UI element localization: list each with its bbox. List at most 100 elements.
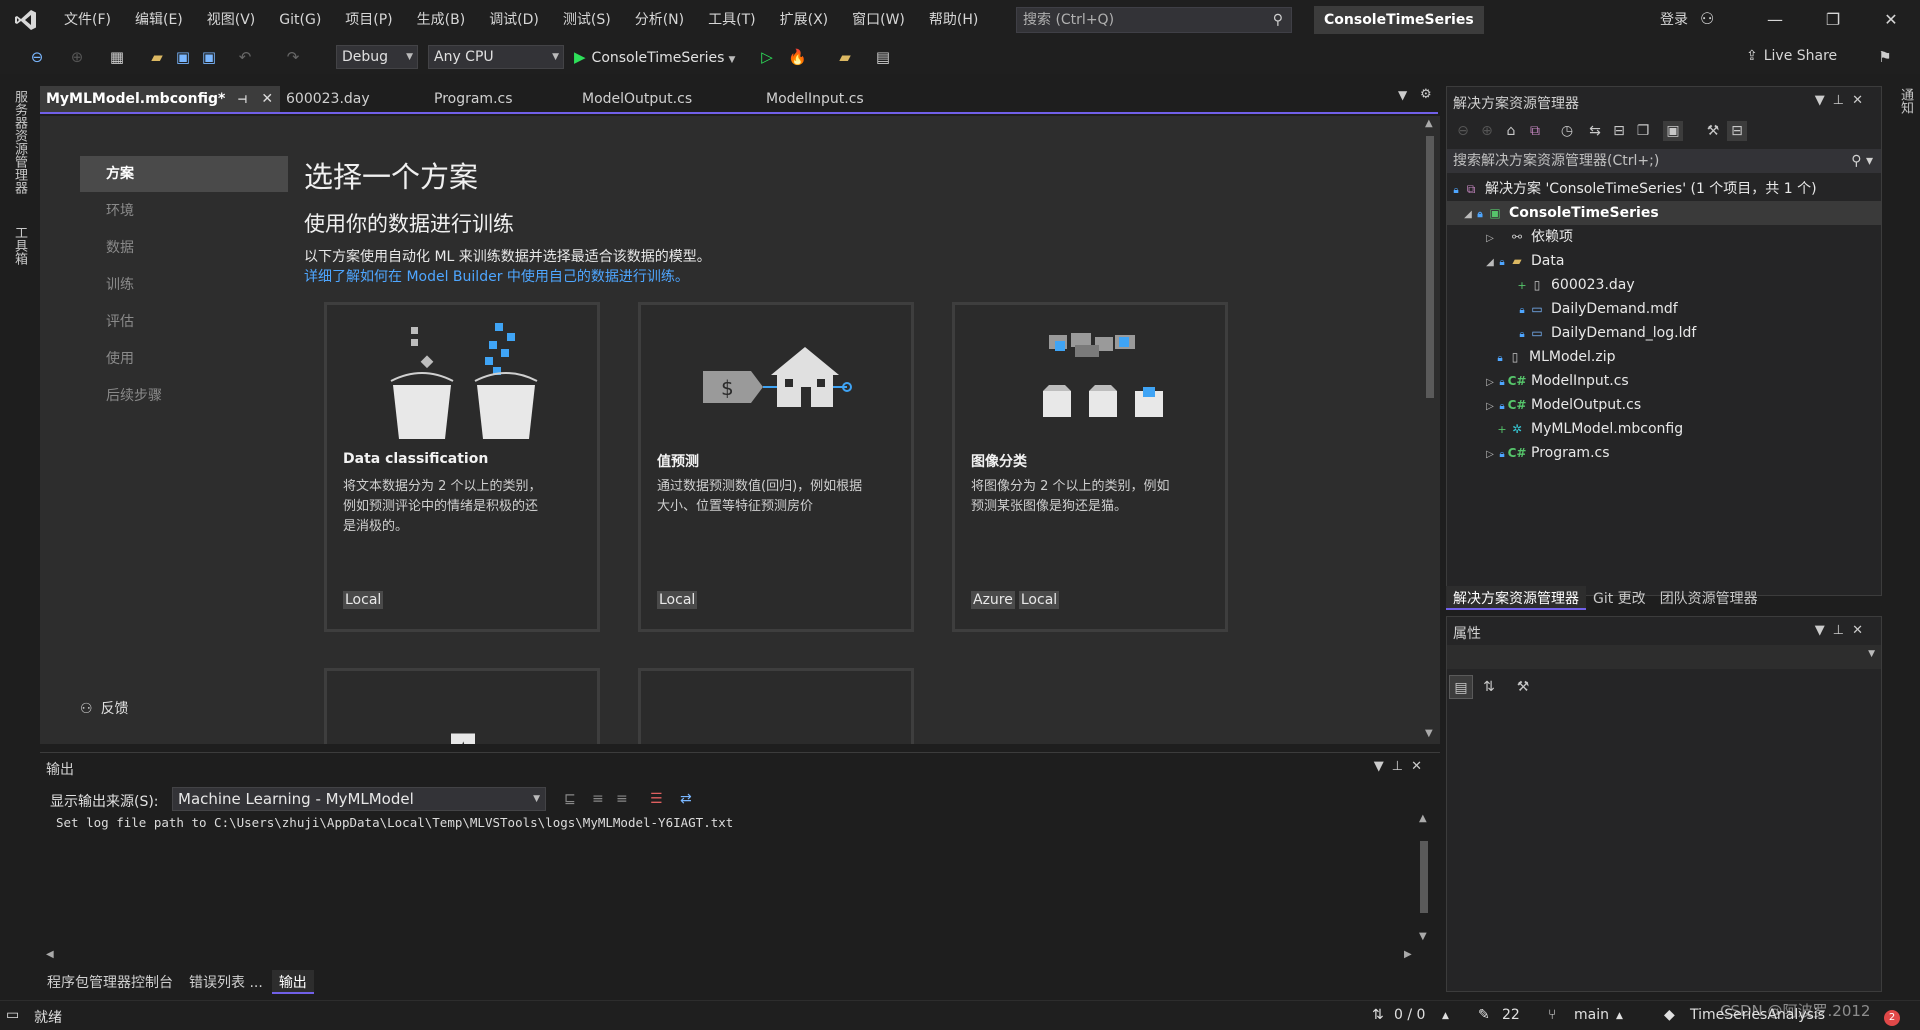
categorized-icon[interactable]: ▤	[1449, 675, 1473, 699]
output-source-select[interactable]: Machine Learning - MyMLModel ▼	[172, 787, 546, 811]
signin-link[interactable]: 登录	[1660, 0, 1688, 40]
tree-item-modelinput-cs[interactable]: ▷ 🔒︎ C# ModelInput.cs	[1447, 369, 1881, 393]
branch-name[interactable]: main	[1574, 1007, 1609, 1023]
save-all-icon[interactable]: ▣	[200, 48, 218, 66]
close-icon[interactable]: ✕	[1852, 623, 1871, 638]
tree-item-solution[interactable]: 🔒︎ ⧉ 解决方案 'ConsoleTimeSeries' (1 个项目，共 1 个…	[1447, 177, 1881, 201]
menu-extensions[interactable]: 扩展(X)	[768, 0, 841, 40]
next-message-icon[interactable]: ≡	[616, 791, 628, 807]
feedback-icon[interactable]: ⚑	[1876, 48, 1894, 66]
alphabetical-icon[interactable]: ⇅	[1477, 675, 1501, 699]
redo-icon[interactable]: ↷	[284, 48, 302, 66]
expand-arrow-icon[interactable]: ▷	[1483, 227, 1497, 251]
clear-all-icon[interactable]: ☰	[650, 791, 663, 807]
scroll-left-icon[interactable]: ◀	[46, 949, 54, 960]
gear-icon[interactable]: ⚙	[1420, 87, 1432, 102]
scroll-down-icon[interactable]: ▼	[1425, 728, 1433, 739]
menu-tools[interactable]: 工具(T)	[696, 0, 767, 40]
properties-wrench-icon[interactable]: ⚒	[1703, 121, 1723, 141]
dropdown-icon[interactable]: ▼	[1374, 759, 1392, 774]
close-icon[interactable]: ✕	[1852, 93, 1871, 108]
expand-arrow-icon[interactable]: ▷	[1483, 395, 1497, 419]
nav-step-data[interactable]: 数据	[80, 230, 288, 266]
scenario-card-forecasting[interactable]	[638, 668, 914, 744]
forward-icon[interactable]: ⊕	[1477, 121, 1497, 141]
new-project-icon[interactable]: ▦	[108, 48, 126, 66]
tab-team-explorer[interactable]: 团队资源管理器	[1653, 586, 1765, 610]
nav-step-train[interactable]: 训练	[80, 267, 288, 303]
find-message-icon[interactable]: ⊑	[564, 791, 576, 807]
configuration-select[interactable]: Debug ▼	[336, 45, 418, 69]
tree-item-data-folder[interactable]: ◢ 🔒︎ ▰ Data	[1447, 249, 1881, 273]
dropdown-icon[interactable]: ▼	[1815, 623, 1833, 638]
collapse-all-icon[interactable]: ⊟	[1609, 121, 1629, 141]
properties-object-select[interactable]: ▼	[1447, 645, 1881, 669]
platform-select[interactable]: Any CPU ▼	[428, 45, 564, 69]
tab-output[interactable]: 输出	[271, 970, 314, 994]
live-share-button[interactable]: ⇪ Live Share	[1746, 48, 1837, 64]
notifications-tab[interactable]: 通知	[1896, 88, 1915, 114]
pending-edits-count[interactable]: 22	[1502, 1007, 1520, 1023]
menu-analyze[interactable]: 分析(N)	[623, 0, 696, 40]
output-window-icon[interactable]: ▭	[6, 1007, 19, 1023]
start-debugging-button[interactable]: ▶ ConsoleTimeSeries ▼	[574, 45, 735, 69]
close-window-button[interactable]: ✕	[1868, 0, 1914, 40]
open-file-icon[interactable]: ▰	[148, 48, 166, 66]
menu-project[interactable]: 项目(P)	[333, 0, 404, 40]
scenario-card-recommendation[interactable]: ★ ★	[324, 668, 600, 744]
scroll-up-icon[interactable]: ▲	[1419, 813, 1427, 824]
server-explorer-tab[interactable]: 服务器资源管理器	[10, 90, 29, 194]
undo-icon[interactable]: ↶	[236, 48, 254, 66]
learn-more-link[interactable]: 详细了解如何在 Model Builder 中使用自己的数据进行训练。	[304, 266, 689, 286]
tab-program-cs[interactable]: Program.cs	[428, 86, 576, 112]
menu-test[interactable]: 测试(S)	[551, 0, 623, 40]
preview-selected-icon[interactable]: ▣	[1663, 121, 1683, 141]
property-pages-wrench-icon[interactable]: ⚒	[1511, 675, 1535, 699]
collapse-arrow-icon[interactable]: ◢	[1483, 251, 1497, 275]
tree-item-modeloutput-cs[interactable]: ▷ 🔒︎ C# ModelOutput.cs	[1447, 393, 1881, 417]
solution-folder-icon[interactable]: ▰	[836, 48, 854, 66]
pin-icon[interactable]: ⊥	[1392, 759, 1411, 774]
scenario-card-data-classification[interactable]: Data classification 将文本数据分为 2 个以上的类别， 例如…	[324, 302, 600, 632]
nav-step-consume[interactable]: 使用	[80, 341, 288, 377]
navigate-forward-icon[interactable]: ⊕	[68, 48, 86, 66]
sync-with-document-icon[interactable]: ⇆	[1585, 121, 1605, 141]
toolbox-tab[interactable]: 工具箱	[10, 226, 29, 265]
tab-error-list[interactable]: 错误列表 ...	[182, 970, 270, 994]
scenario-card-image-classification[interactable]: 图像分类 将图像分为 2 个以上的类别，例如 预测某张图像是狗还是猫。 Azur…	[952, 302, 1228, 632]
scrollbar-thumb[interactable]	[1420, 841, 1428, 913]
output-horizontal-scrollbar[interactable]: ◀ ▶	[46, 949, 1416, 963]
expand-arrow-icon[interactable]: ▷	[1483, 371, 1497, 395]
pin-icon[interactable]: ⊣	[237, 93, 247, 106]
preview-icon[interactable]: ⊟	[1727, 121, 1747, 141]
start-without-debugging-icon[interactable]: ▷	[758, 48, 776, 66]
nav-step-evaluate[interactable]: 评估	[80, 304, 288, 340]
tab-git-changes[interactable]: Git 更改	[1586, 586, 1653, 610]
tab-modeloutput-cs[interactable]: ModelOutput.cs	[576, 86, 760, 112]
menu-view[interactable]: 视图(V)	[195, 0, 268, 40]
menu-help[interactable]: 帮助(H)	[917, 0, 990, 40]
tab-mymlmodel-mbconfig[interactable]: MyMLModel.mbconfig* ⊣ ✕	[40, 86, 280, 112]
tab-600023-day[interactable]: 600023.day	[280, 86, 428, 112]
chevron-up-icon[interactable]: ▲	[1442, 1011, 1449, 1021]
scroll-up-icon[interactable]: ▲	[1425, 118, 1433, 129]
solution-search-input[interactable]: 搜索解决方案资源管理器(Ctrl+;) ⚲ ▾	[1447, 149, 1881, 173]
nav-step-scenario[interactable]: 方案	[80, 156, 288, 192]
home-icon[interactable]: ⌂	[1501, 121, 1521, 141]
menu-file[interactable]: 文件(F)	[52, 0, 123, 40]
tree-item-dependencies[interactable]: ▷ ⚯ 依赖项	[1447, 225, 1881, 249]
tab-package-manager-console[interactable]: 程序包管理器控制台	[40, 970, 180, 994]
menu-window[interactable]: 窗口(W)	[840, 0, 917, 40]
expand-arrow-icon[interactable]: ▷	[1483, 443, 1497, 467]
scrollbar-thumb[interactable]	[1426, 136, 1434, 398]
scroll-down-icon[interactable]: ▼	[1419, 931, 1427, 942]
tree-item-600023-day[interactable]: + ▯ 600023.day	[1447, 273, 1881, 297]
layout-icon[interactable]: ▤	[874, 48, 892, 66]
minimize-button[interactable]: —	[1752, 0, 1798, 40]
pin-icon[interactable]: ⊥	[1833, 623, 1852, 638]
pin-icon[interactable]: ⊥	[1833, 93, 1852, 108]
menu-git[interactable]: Git(G)	[267, 0, 333, 40]
tree-item-program-cs[interactable]: ▷ 🔒︎ C# Program.cs	[1447, 441, 1881, 465]
tree-item-mlmodel-zip[interactable]: 🔒︎ ▯ MLModel.zip	[1447, 345, 1881, 369]
tree-item-dailydemand-mdf[interactable]: 🔒︎ ▭ DailyDemand.mdf	[1447, 297, 1881, 321]
